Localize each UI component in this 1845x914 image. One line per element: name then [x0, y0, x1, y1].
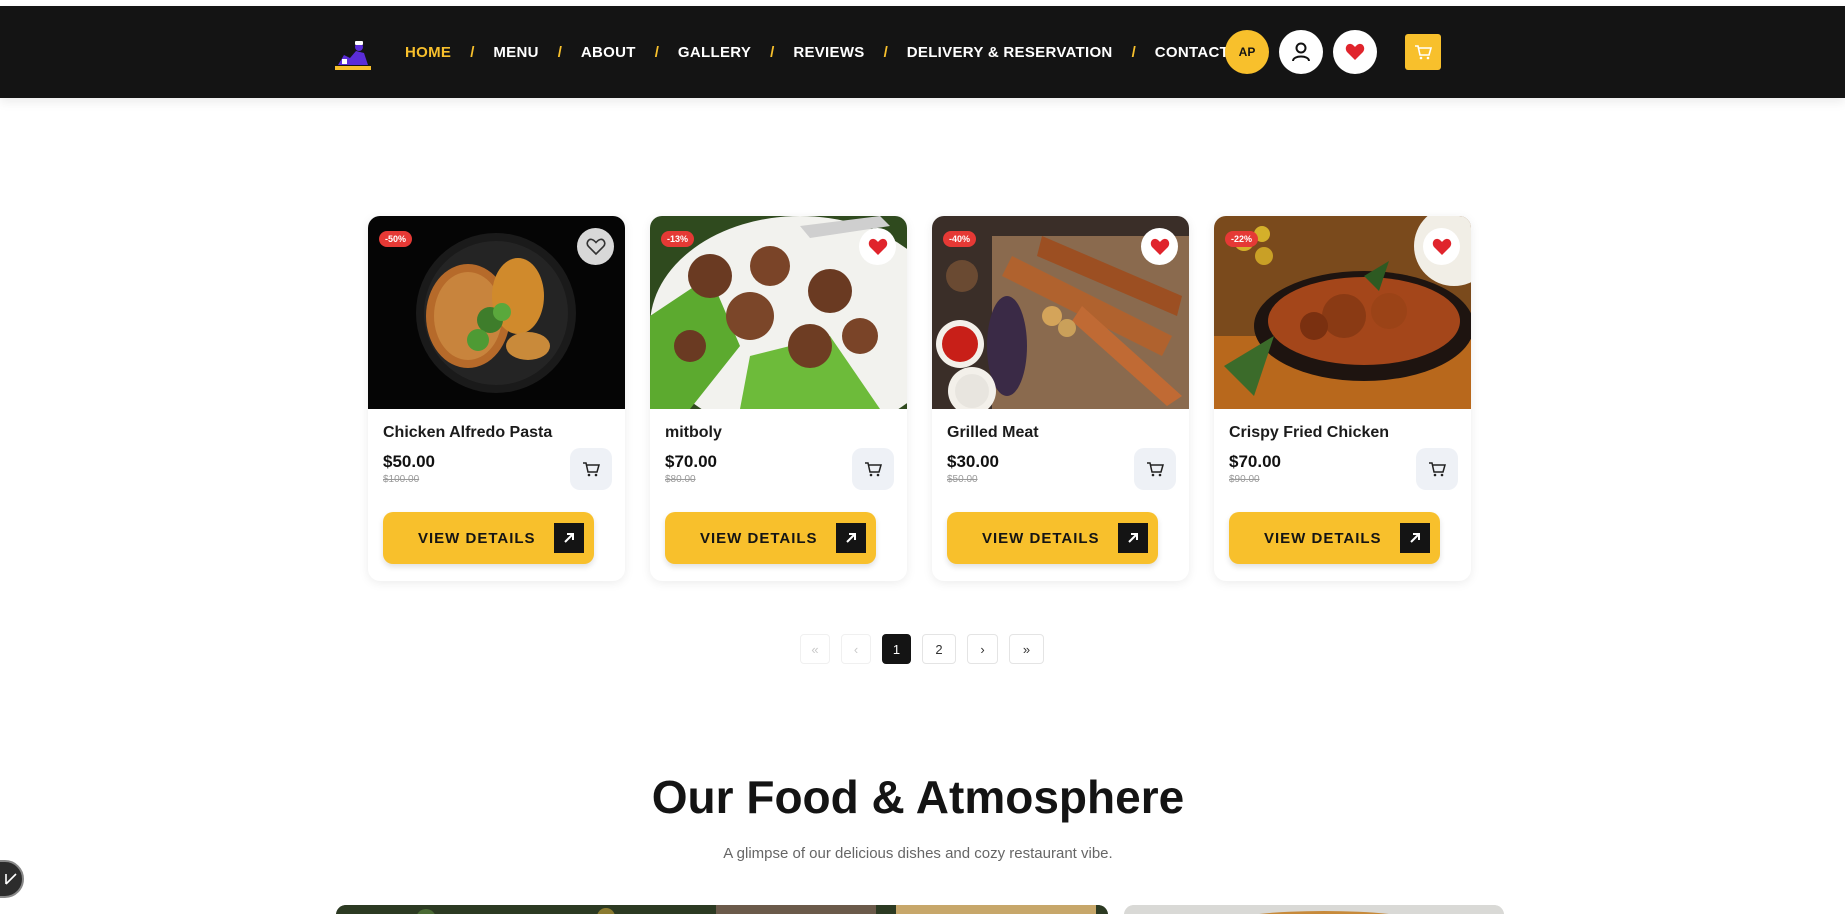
cart-icon [1429, 462, 1446, 477]
product-image[interactable]: -50% [368, 216, 625, 409]
product-name[interactable]: Crispy Fried Chicken [1229, 424, 1456, 442]
heart-icon [1432, 238, 1451, 255]
nav-about[interactable]: ABOUT [581, 44, 636, 61]
arrow-up-right-icon [1400, 523, 1430, 553]
navbar: HOME / MENU / ABOUT / GALLERY / REVIEWS … [0, 6, 1845, 98]
cart-icon [583, 462, 600, 477]
view-details-label: VIEW DETAILS [700, 529, 818, 547]
product-name[interactable]: mitboly [665, 424, 892, 442]
add-to-cart-button[interactable] [1416, 448, 1458, 490]
gallery-image[interactable] [1124, 905, 1504, 914]
nav-separator: / [1131, 43, 1136, 61]
view-details-button[interactable]: VIEW DETAILS [1229, 512, 1440, 564]
product-cards: -50% Chicken Alfredo Pasta $50.00 $100.0… [368, 216, 1471, 581]
nav-reviews[interactable]: REVIEWS [793, 44, 864, 61]
product-card: -40% Grilled Meat $30.00 $50.00 VIEW DET… [932, 216, 1189, 581]
product-card: -22% Crispy Fried Chicken $70.00 $90.00 … [1214, 216, 1471, 581]
dev-tools-toggle[interactable] [0, 860, 24, 898]
product-card: -13% mitboly $70.00 $80.00 VIEW DETAILS [650, 216, 907, 581]
heart-outline-icon [585, 238, 606, 255]
favorite-button[interactable] [1423, 228, 1460, 265]
user-button[interactable] [1279, 30, 1323, 74]
nav-separator: / [557, 43, 562, 61]
pagination-first[interactable]: « [800, 634, 830, 664]
cart-icon [1415, 45, 1432, 60]
add-to-cart-button[interactable] [852, 448, 894, 490]
wishlist-button[interactable] [1333, 30, 1377, 74]
view-details-label: VIEW DETAILS [982, 529, 1100, 547]
nav-separator: / [883, 43, 888, 61]
arrow-up-right-icon [554, 523, 584, 553]
section-title: Our Food & Atmosphere [651, 771, 1185, 823]
nav-delivery-reservation[interactable]: DELIVERY & RESERVATION [907, 44, 1113, 61]
heart-icon [1150, 238, 1169, 255]
add-to-cart-button[interactable] [1134, 448, 1176, 490]
nav-menu[interactable]: MENU [493, 44, 538, 61]
gallery-image[interactable] [336, 905, 1108, 914]
nav-actions: AP [1225, 30, 1441, 74]
favorite-button[interactable] [859, 228, 896, 265]
discount-badge: -50% [379, 231, 413, 247]
main-nav: HOME / MENU / ABOUT / GALLERY / REVIEWS … [405, 6, 1229, 98]
view-details-label: VIEW DETAILS [1264, 529, 1382, 547]
nav-contact[interactable]: CONTACT [1155, 44, 1229, 61]
nav-gallery[interactable]: GALLERY [678, 44, 751, 61]
cart-icon [1147, 462, 1164, 477]
nav-separator: / [470, 43, 475, 61]
product-image[interactable]: -13% [650, 216, 907, 409]
arrow-up-right-icon [1118, 523, 1148, 553]
product-image[interactable]: -40% [932, 216, 1189, 409]
arrow-up-right-icon [836, 523, 866, 553]
user-icon [1292, 42, 1310, 62]
view-details-button[interactable]: VIEW DETAILS [665, 512, 876, 564]
slash-icon [5, 873, 17, 885]
product-image[interactable]: -22% [1214, 216, 1471, 409]
view-details-label: VIEW DETAILS [418, 529, 536, 547]
pagination-page-1[interactable]: 1 [882, 634, 911, 664]
discount-badge: -13% [661, 231, 695, 247]
discount-badge: -40% [943, 231, 977, 247]
favorite-button[interactable] [1141, 228, 1178, 265]
nav-separator: / [654, 43, 659, 61]
nav-separator: / [770, 43, 775, 61]
heart-icon [1345, 43, 1365, 60]
chef-logo-icon[interactable] [334, 38, 372, 72]
cart-icon [865, 462, 882, 477]
nav-home[interactable]: HOME [405, 44, 451, 61]
add-to-cart-button[interactable] [570, 448, 612, 490]
pagination-prev[interactable]: ‹ [841, 634, 871, 664]
section-subtitle: A glimpse of our delicious dishes and co… [723, 845, 1113, 862]
favorite-button[interactable] [577, 228, 614, 265]
discount-badge: -22% [1225, 231, 1259, 247]
pagination: « ‹ 1 2 › » [800, 634, 1055, 664]
avatar[interactable]: AP [1225, 30, 1269, 74]
product-name[interactable]: Grilled Meat [947, 424, 1174, 442]
view-details-button[interactable]: VIEW DETAILS [947, 512, 1158, 564]
view-details-button[interactable]: VIEW DETAILS [383, 512, 594, 564]
pagination-page-2[interactable]: 2 [922, 634, 956, 664]
pagination-last[interactable]: » [1009, 634, 1044, 664]
product-card: -50% Chicken Alfredo Pasta $50.00 $100.0… [368, 216, 625, 581]
cart-button[interactable] [1405, 34, 1441, 70]
pagination-next[interactable]: › [967, 634, 998, 664]
product-name[interactable]: Chicken Alfredo Pasta [383, 424, 610, 442]
heart-icon [868, 238, 887, 255]
